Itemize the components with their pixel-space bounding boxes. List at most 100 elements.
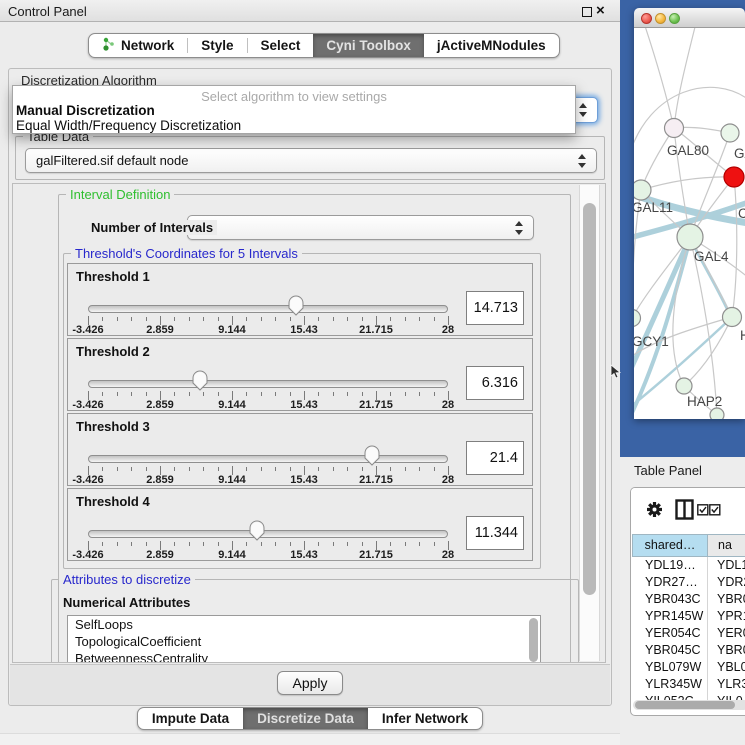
threshold-4-slider-track[interactable] [88, 530, 448, 538]
right-side: GAL80 GAL GAL11 C GAL4 GCY1 H HAP2 Table… [620, 0, 745, 745]
split-columns-icon[interactable] [675, 499, 694, 520]
threshold-1-label: Threshold 1 [76, 269, 150, 284]
float-window-icon[interactable] [582, 7, 592, 17]
algorithm-option-manual[interactable]: Manual Discretization [13, 103, 575, 118]
node-label: GCY1 [634, 334, 669, 349]
numerical-attributes-label: Numerical Attributes [59, 595, 194, 610]
apply-strip: Apply [10, 664, 610, 705]
threshold-1-value-field[interactable] [466, 291, 524, 325]
threshold-2-label: Threshold 2 [76, 344, 150, 359]
list-item[interactable]: SelfLoops [68, 616, 540, 633]
list-item[interactable]: TopologicalCoefficient [68, 633, 540, 650]
threshold-2-slider-track[interactable] [88, 380, 448, 388]
node-gal4[interactable] [677, 224, 703, 250]
node-label: GAL4 [694, 249, 729, 264]
settings-scrollbar-track[interactable] [579, 185, 600, 661]
node-gal-top[interactable] [721, 124, 739, 142]
network-view-window: GAL80 GAL GAL11 C GAL4 GCY1 H HAP2 [634, 8, 745, 419]
node-hap2[interactable] [676, 378, 692, 394]
threshold-1-box: Threshold 1 -3.4262.8599.14415.4321.7152… [67, 263, 533, 336]
table-row[interactable]: YDR27…YDR2 [632, 574, 745, 591]
table-panel: Table Panel [620, 457, 745, 745]
network-icon [102, 37, 115, 54]
table-hscrollbar-thumb[interactable] [635, 701, 735, 709]
column-header-name[interactable]: na [708, 534, 745, 557]
threshold-4-value-field[interactable] [466, 516, 524, 550]
table-panel-body: shared… na YDL19…YDL1 YDR27…YDR2 YBR043C… [630, 487, 745, 716]
slider-tick-labels: -3.4262.8599.14415.4321.71528 [88, 399, 448, 411]
table-row[interactable]: YLR345WYLR3 [632, 676, 745, 693]
tab-impute-data[interactable]: Impute Data [138, 708, 243, 729]
network-window-titlebar [634, 8, 745, 28]
bottom-tabbar: Impute Data Discretize Data Infer Networ… [0, 707, 620, 730]
node-h[interactable] [723, 308, 742, 327]
table-row[interactable]: YBR045CYBR0 [632, 642, 745, 659]
tab-infer-network[interactable]: Infer Network [368, 708, 482, 729]
threshold-4-box: Threshold 4 -3.4262.8599.14415.4321.7152… [67, 488, 533, 561]
table-row[interactable]: YER054CYER0 [632, 625, 745, 642]
tab-style[interactable]: Style [188, 34, 246, 57]
apply-button[interactable]: Apply [277, 671, 343, 695]
node-bottom[interactable] [710, 408, 724, 419]
threshold-2-value-field[interactable] [466, 366, 524, 400]
table-row[interactable]: YBL079WYBL0 [632, 659, 745, 676]
attributes-list-scrollbar[interactable] [529, 618, 538, 662]
network-canvas[interactable]: GAL80 GAL GAL11 C GAL4 GCY1 H HAP2 [634, 28, 745, 419]
window-title: Control Panel [8, 4, 87, 19]
node-label: GAL80 [667, 143, 709, 158]
node-red-selected[interactable] [724, 167, 744, 187]
tab-jactivemnodules[interactable]: jActiveMNodules [424, 34, 559, 57]
slider-tick-labels: -3.4262.8599.14415.4321.71528 [88, 324, 448, 336]
algorithm-option-equal-width[interactable]: Equal Width/Frequency Discretization [13, 118, 575, 133]
number-of-intervals-combobox[interactable]: 5 [187, 215, 534, 240]
threshold-4-slider-thumb[interactable] [249, 520, 265, 541]
node-label: H [740, 328, 745, 343]
table-row[interactable]: YPR145WYPR1 [632, 608, 745, 625]
checkbox-icons[interactable] [697, 504, 721, 516]
gear-icon[interactable] [646, 501, 663, 518]
table-rows: YDL19…YDL1 YDR27…YDR2 YBR043CYBR0 YPR145… [632, 557, 745, 710]
list-item[interactable]: BetweennessCentrality [68, 650, 540, 663]
threshold-3-slider-track[interactable] [88, 455, 448, 463]
column-header-shared[interactable]: shared… [632, 534, 708, 557]
table-panel-title: Table Panel [634, 463, 702, 478]
tab-network-label: Network [121, 38, 174, 53]
close-traffic-light-icon[interactable] [641, 13, 652, 24]
tab-cyni-toolbox[interactable]: Cyni Toolbox [313, 34, 424, 57]
node-gcy1[interactable] [634, 310, 641, 327]
combo-spinner-icon [579, 102, 588, 118]
table-hscrollbar-track[interactable] [633, 700, 745, 710]
table-toolbar [631, 488, 745, 534]
close-icon[interactable]: × [596, 2, 605, 20]
algorithm-hint: Select algorithm to view settings [13, 86, 575, 103]
threshold-1-slider-thumb[interactable] [288, 295, 304, 316]
number-of-intervals-label: Number of Intervals [87, 220, 217, 235]
threshold-3-box: Threshold 3 -3.4262.8599.14415.4321.7152… [67, 413, 533, 486]
network-view-frame: GAL80 GAL GAL11 C GAL4 GCY1 H HAP2 [620, 0, 745, 457]
threshold-3-value-field[interactable] [466, 441, 524, 475]
slider-tick-labels: -3.4262.8599.14415.4321.71528 [88, 474, 448, 486]
threshold-4-label: Threshold 4 [76, 494, 150, 509]
node-label: HAP2 [687, 394, 722, 409]
mouse-cursor [610, 364, 622, 380]
table-data-combobox[interactable]: galFiltered.sif default node [25, 148, 597, 173]
settings-scroll-area: Interval Definition Number of Intervals … [12, 183, 606, 663]
threshold-2-slider-thumb[interactable] [192, 370, 208, 391]
minimize-traffic-light-icon[interactable] [655, 13, 666, 24]
table-row[interactable]: YDL19…YDL1 [632, 557, 745, 574]
threshold-3-slider-thumb[interactable] [364, 445, 380, 466]
threshold-1-slider-track[interactable] [88, 305, 448, 313]
slider-tick-labels: -3.4262.8599.14415.4321.71528 [88, 549, 448, 561]
node-label: GAL [734, 146, 745, 161]
combo-spinner-icon [578, 153, 587, 169]
attributes-group-label: Attributes to discretize [59, 572, 195, 587]
tab-select[interactable]: Select [248, 34, 314, 57]
table-header-row: shared… na [632, 534, 745, 557]
node-gal80[interactable] [665, 119, 684, 138]
node-gal11[interactable] [634, 180, 651, 200]
zoom-traffic-light-icon[interactable] [669, 13, 680, 24]
table-row[interactable]: YBR043CYBR0 [632, 591, 745, 608]
tab-discretize-data[interactable]: Discretize Data [243, 708, 368, 729]
settings-scrollbar-thumb[interactable] [583, 203, 596, 595]
tab-network[interactable]: Network [89, 34, 187, 57]
